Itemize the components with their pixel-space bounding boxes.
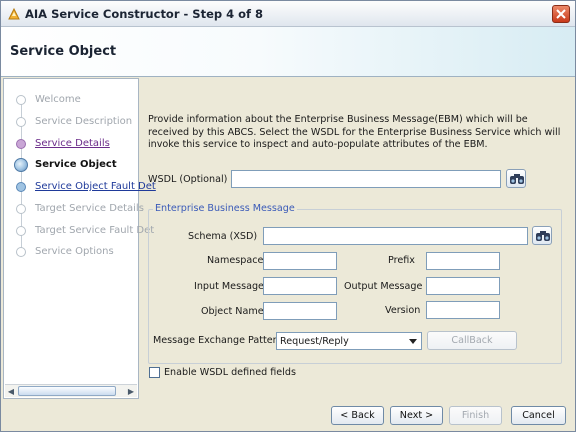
schema-browse-button[interactable] bbox=[532, 226, 552, 245]
step-indicator-icon bbox=[16, 247, 26, 257]
nav-item-label: Service Object Fault Det bbox=[35, 181, 156, 192]
nav-item-label: Target Service Fault Det bbox=[35, 225, 155, 236]
object-name-label: Object Name bbox=[201, 306, 264, 317]
callback-button[interactable]: CallBack bbox=[427, 331, 517, 350]
enable-wsdl-checkbox[interactable] bbox=[149, 367, 160, 378]
description-text: Provide information about the Enterprise… bbox=[148, 114, 561, 151]
step-indicator-icon bbox=[16, 139, 26, 149]
nav-item-target-service-details[interactable]: Target Service Details bbox=[4, 200, 144, 218]
chevron-down-icon bbox=[409, 339, 417, 344]
nav-item-service-description[interactable]: Service Description bbox=[4, 113, 138, 131]
cancel-button[interactable]: Cancel bbox=[511, 406, 566, 425]
step-indicator-icon bbox=[16, 226, 26, 236]
back-button[interactable]: < Back bbox=[331, 406, 384, 425]
nav-item-welcome[interactable]: Welcome bbox=[4, 91, 138, 109]
ebm-group-title: Enterprise Business Message bbox=[153, 203, 297, 214]
nav-item-target-service-fault[interactable]: Target Service Fault Det bbox=[4, 222, 154, 240]
version-label: Version bbox=[385, 305, 421, 316]
wsdl-label: WSDL (Optional) bbox=[148, 174, 228, 185]
nav-item-service-details[interactable]: Service Details bbox=[4, 135, 138, 153]
wsdl-input[interactable] bbox=[231, 170, 501, 188]
scroll-right-arrow-icon[interactable]: ▶ bbox=[125, 386, 137, 397]
nav-item-label: Service Description bbox=[35, 116, 133, 127]
step-indicator-icon bbox=[16, 117, 26, 127]
step-indicator-icon bbox=[16, 95, 26, 105]
namespace-label: Namespace bbox=[207, 255, 264, 266]
binoculars-icon bbox=[510, 174, 524, 184]
nav-item-label: Service Details bbox=[35, 138, 110, 149]
enable-wsdl-label: Enable WSDL defined fields bbox=[164, 367, 296, 378]
step-indicator-icon bbox=[16, 204, 26, 214]
nav-item-label: Service Options bbox=[35, 246, 114, 257]
nav-item-label: Service Object bbox=[35, 159, 117, 170]
object-name-input[interactable] bbox=[263, 302, 337, 320]
schema-input[interactable] bbox=[263, 227, 528, 245]
input-message-label: Input Message bbox=[194, 281, 264, 292]
mep-label: Message Exchange Pattern bbox=[153, 335, 283, 346]
output-message-input[interactable] bbox=[426, 277, 500, 295]
step-indicator-icon bbox=[16, 182, 26, 192]
page-header: Service Object bbox=[1, 27, 575, 77]
next-button[interactable]: Next > bbox=[390, 406, 443, 425]
nav-item-service-object[interactable]: Service Object bbox=[4, 156, 138, 174]
input-message-input[interactable] bbox=[263, 277, 337, 295]
page-title: Service Object bbox=[10, 44, 117, 59]
close-button[interactable] bbox=[552, 5, 570, 23]
nav-horizontal-scrollbar[interactable]: ◀ ▶ bbox=[5, 384, 137, 397]
namespace-input[interactable] bbox=[263, 252, 337, 270]
scrollbar-thumb[interactable] bbox=[18, 386, 116, 396]
finish-button[interactable]: Finish bbox=[449, 406, 502, 425]
current-step-icon bbox=[14, 158, 28, 172]
main-content: Provide information about the Enterprise… bbox=[140, 78, 573, 399]
close-icon bbox=[556, 9, 566, 19]
window-title: AIA Service Constructor - Step 4 of 8 bbox=[25, 7, 264, 21]
mep-select[interactable]: Request/Reply bbox=[276, 332, 422, 350]
nav-item-service-object-fault[interactable]: Service Object Fault Det bbox=[4, 178, 156, 196]
prefix-label: Prefix bbox=[388, 255, 415, 266]
nav-item-label: Welcome bbox=[35, 94, 81, 105]
app-icon bbox=[8, 7, 20, 20]
title-bar: AIA Service Constructor - Step 4 of 8 bbox=[1, 1, 575, 27]
scroll-left-arrow-icon[interactable]: ◀ bbox=[5, 386, 17, 397]
schema-label: Schema (XSD) bbox=[188, 231, 258, 242]
mep-selected-value: Request/Reply bbox=[280, 336, 349, 347]
nav-item-label: Target Service Details bbox=[35, 203, 144, 214]
wsdl-browse-button[interactable] bbox=[506, 169, 526, 188]
prefix-input[interactable] bbox=[426, 252, 500, 270]
nav-item-service-options[interactable]: Service Options bbox=[4, 243, 138, 261]
output-message-label: Output Message bbox=[344, 281, 423, 292]
wizard-window: AIA Service Constructor - Step 4 of 8 Se… bbox=[0, 0, 576, 432]
binoculars-icon bbox=[536, 231, 550, 241]
version-input[interactable] bbox=[426, 301, 500, 319]
wizard-step-nav: Welcome Service Description Service Deta… bbox=[3, 78, 156, 399]
